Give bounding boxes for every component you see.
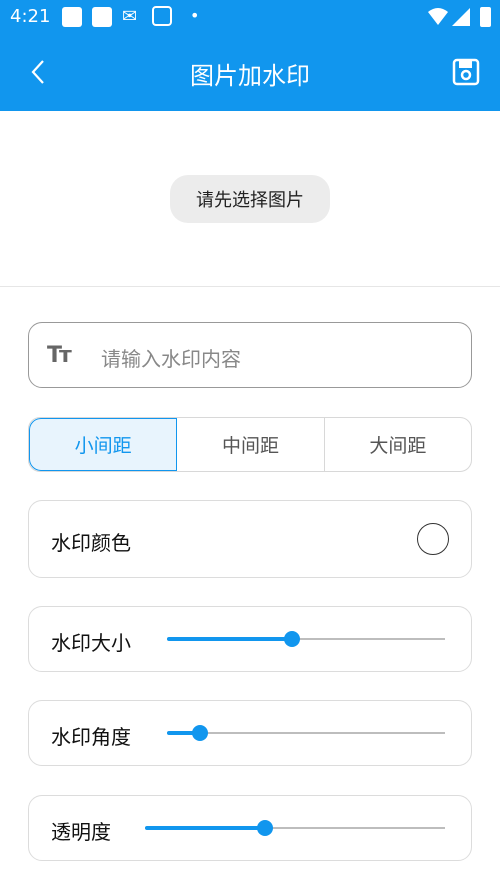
status-bar: 4:21 ✉ • xyxy=(0,0,500,34)
slider-fill xyxy=(145,826,265,830)
spacing-option-small[interactable]: 小间距 xyxy=(29,418,178,471)
watermark-size-slider[interactable] xyxy=(167,627,445,651)
watermark-text-field[interactable]: Tт 请输入水印内容 xyxy=(28,322,472,388)
slider-track xyxy=(167,732,445,734)
watermark-angle-row: 水印角度 xyxy=(28,700,472,766)
color-swatch[interactable] xyxy=(417,523,449,555)
spacing-selector: 小间距 中间距 大间距 xyxy=(28,417,472,472)
opacity-label: 透明度 xyxy=(51,820,111,844)
save-icon[interactable] xyxy=(452,58,480,86)
app-bar: 图片加水印 xyxy=(0,34,500,111)
notification-icon xyxy=(92,7,112,27)
watermark-angle-label: 水印角度 xyxy=(51,725,131,749)
watermark-input-placeholder: 请输入水印内容 xyxy=(101,347,241,371)
opacity-slider[interactable] xyxy=(145,816,445,840)
watermark-color-label: 水印颜色 xyxy=(51,531,131,555)
watermark-size-row: 水印大小 xyxy=(28,606,472,672)
page-title: 图片加水印 xyxy=(190,62,310,90)
more-notifications-icon: • xyxy=(190,6,200,25)
spacing-option-medium[interactable]: 中间距 xyxy=(177,418,325,471)
signal-icon xyxy=(452,8,470,26)
slider-thumb[interactable] xyxy=(257,820,273,836)
watermark-color-row[interactable]: 水印颜色 xyxy=(28,500,472,578)
select-image-button[interactable]: 请先选择图片 xyxy=(170,175,330,223)
opacity-row: 透明度 xyxy=(28,795,472,861)
watermark-size-label: 水印大小 xyxy=(51,631,131,655)
image-preview-area: 请先选择图片 xyxy=(0,111,500,287)
watermark-angle-slider[interactable] xyxy=(167,721,445,745)
status-time: 4:21 xyxy=(10,6,51,27)
shopping-bag-icon xyxy=(152,6,172,26)
text-size-icon: Tт xyxy=(47,343,72,368)
slider-thumb[interactable] xyxy=(192,725,209,741)
wifi-icon xyxy=(428,8,448,25)
slider-thumb[interactable] xyxy=(284,631,301,647)
wechat-icon: ✉ xyxy=(122,6,138,27)
spacing-option-large[interactable]: 大间距 xyxy=(325,418,471,471)
notification-icon xyxy=(62,7,82,27)
battery-icon xyxy=(480,7,491,27)
slider-fill xyxy=(167,637,293,641)
